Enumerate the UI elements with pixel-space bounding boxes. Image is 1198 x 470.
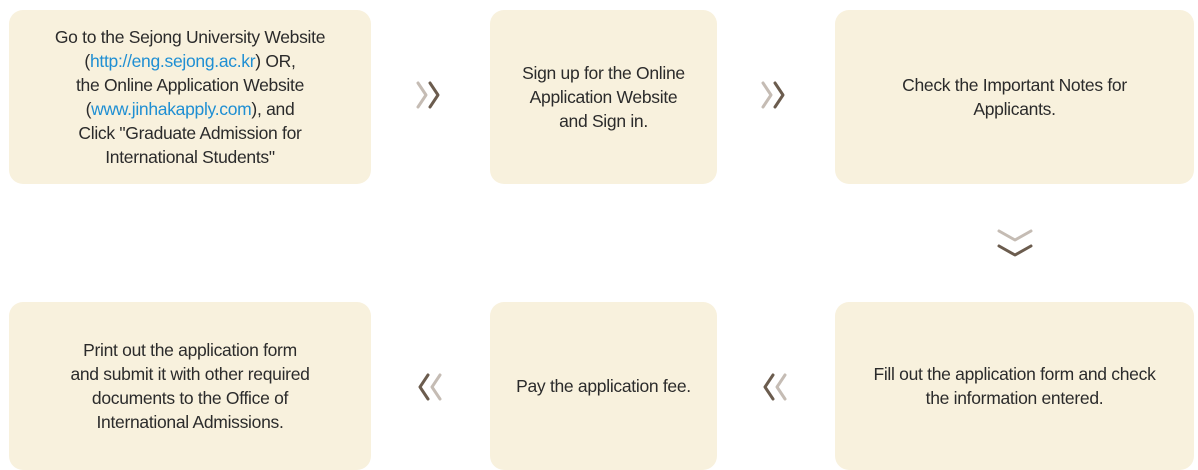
step-6-line-1: Fill out the application form and check [873, 364, 1156, 384]
step-5-line-1: Pay the application fee. [516, 376, 691, 396]
step-1-line-4: (www.jinhakapply.com), and [55, 97, 325, 121]
step-2-line-1: Sign up for the Online [522, 63, 685, 83]
double-chevron-left-icon [759, 372, 789, 407]
step-3-check-notes: Check the Important Notes for Applicants… [835, 10, 1194, 184]
step-2-line-3: and Sign in. [559, 111, 648, 131]
step-4-line-1: Print out the application form [83, 340, 297, 360]
step-4-line-3: documents to the Office of [91, 388, 289, 408]
step-4-print-submit: Print out the application form and submi… [9, 302, 371, 470]
double-chevron-right-icon [759, 80, 789, 115]
step-6-line-2: the information entered. [925, 388, 1104, 408]
step-3-line-1: Check the Important Notes for [902, 75, 1127, 95]
step-4-line-2: and submit it with other required [70, 364, 310, 384]
double-chevron-right-icon [414, 80, 444, 115]
jinhakapply-website-link[interactable]: www.jinhakapply.com [91, 99, 252, 119]
step-1-line-1: Go to the Sejong University Website [54, 27, 326, 47]
double-chevron-left-icon [414, 372, 444, 407]
paren-close: ), and [251, 99, 295, 119]
paren-close: ) OR, [255, 51, 296, 71]
step-5-pay-fee: Pay the application fee. [490, 302, 717, 470]
double-chevron-down-icon [995, 225, 1035, 266]
step-6-fill-form: Fill out the application form and check … [835, 302, 1194, 470]
step-4-line-4: International Admissions. [96, 412, 284, 432]
step-1-line-6: International Students" [105, 147, 275, 167]
step-2-line-2: Application Website [529, 87, 678, 107]
step-1-line-3: the Online Application Website [75, 75, 305, 95]
step-1-visit-website: Go to the Sejong University Website (htt… [9, 10, 371, 184]
sejong-website-link[interactable]: http://eng.sejong.ac.kr [90, 51, 256, 71]
step-1-line-5: Click "Graduate Admission for [78, 123, 302, 143]
step-3-line-2: Applicants. [973, 99, 1056, 119]
step-1-line-2: (http://eng.sejong.ac.kr) OR, [55, 49, 325, 73]
step-2-sign-up: Sign up for the Online Application Websi… [490, 10, 717, 184]
